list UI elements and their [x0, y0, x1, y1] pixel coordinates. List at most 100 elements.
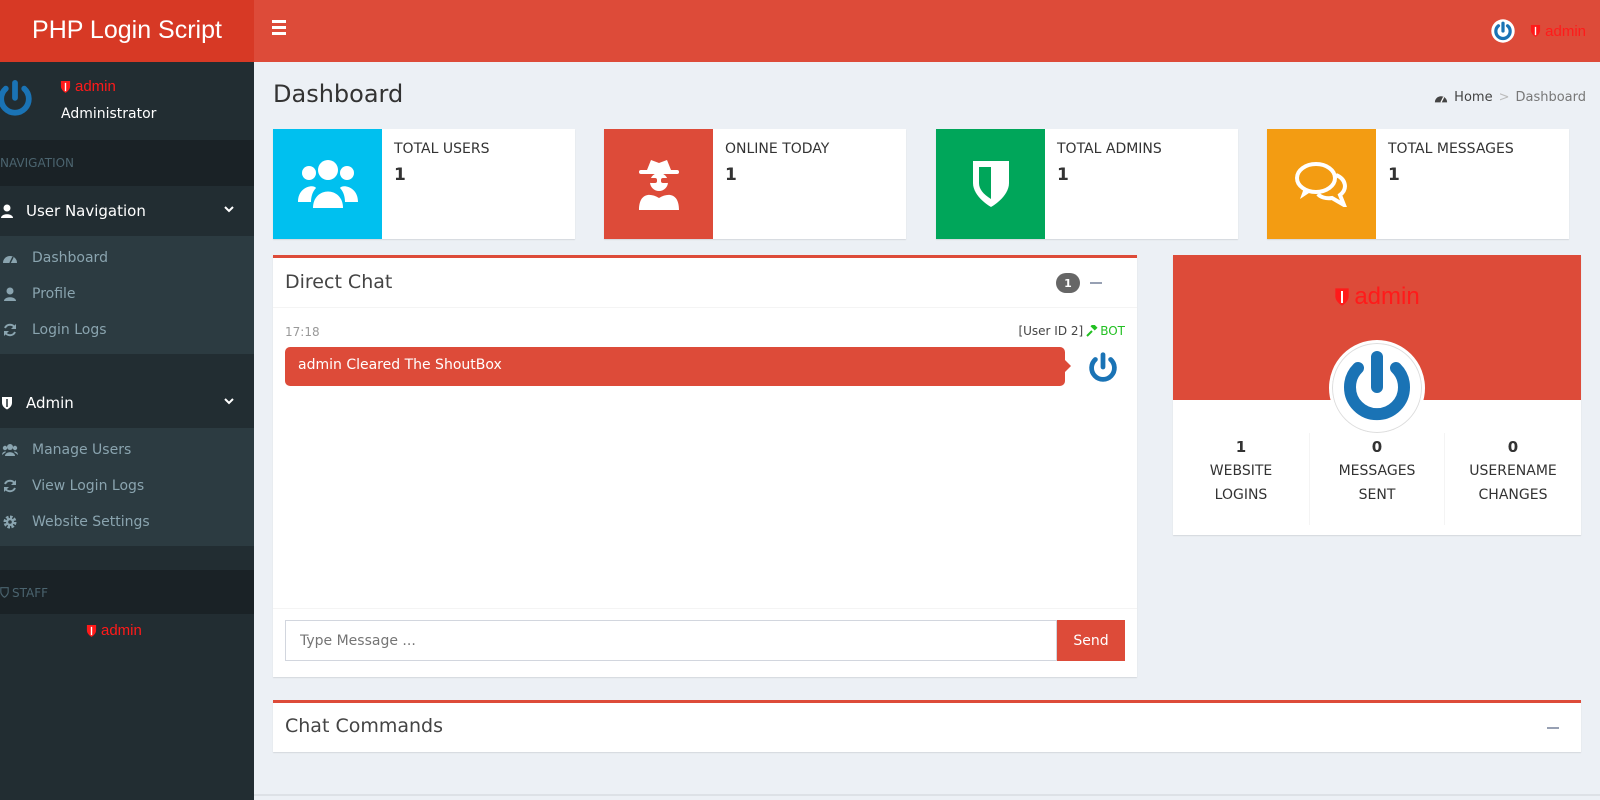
bot-tag: BOT: [1086, 324, 1125, 338]
shield-icon: [86, 624, 97, 637]
staff-member[interactable]: admin: [86, 622, 254, 639]
sidebar-item-view-login-logs[interactable]: View Login Logs: [0, 468, 254, 504]
breadcrumb-separator: >: [1498, 90, 1510, 105]
message-sender: [User ID 2] BOT: [1018, 324, 1125, 338]
info-box-label: TOTAL USERS: [394, 141, 490, 157]
stat-label-line2: LOGINS: [1214, 487, 1268, 503]
users-icon: [2, 444, 18, 456]
refresh-icon: [4, 479, 16, 493]
power-avatar-icon: [1344, 351, 1410, 421]
info-box-value: 1: [394, 165, 406, 185]
sidebar-user-panel: admin Administrator: [0, 62, 254, 140]
info-box-label: TOTAL MESSAGES: [1388, 141, 1514, 157]
sidebar-username-label: admin: [75, 78, 116, 95]
profile-avatar: [1329, 340, 1425, 436]
shield-icon: [1335, 288, 1349, 306]
message-input[interactable]: [285, 620, 1057, 661]
info-box-total-users: TOTAL USERS 1: [273, 129, 575, 239]
comments-icon: [1267, 129, 1376, 239]
users-icon: [273, 129, 382, 239]
chevron-down-icon: [224, 206, 234, 213]
direct-chat-box: Direct Chat 1 17:18 [User ID 2] BOT admi…: [273, 255, 1137, 677]
power-avatar-icon: [1491, 19, 1515, 43]
sidebar-item-label: Website Settings: [32, 514, 150, 530]
info-box-total-messages: TOTAL MESSAGES 1: [1267, 129, 1569, 239]
stat-value: 0: [1507, 438, 1519, 456]
main-content: Dashboard Home > Dashboard TOTAL USERS 1…: [254, 62, 1600, 800]
top-navbar: admin: [254, 0, 1600, 62]
sidebar-header-navigation: NAVIGATION: [0, 140, 254, 186]
breadcrumb: Home > Dashboard: [1434, 90, 1586, 105]
sidebar-username: admin: [60, 78, 116, 95]
shield-icon: [2, 397, 12, 410]
spy-icon: [604, 129, 713, 239]
sidebar-item-login-logs[interactable]: Login Logs: [0, 312, 254, 348]
stat-label-line2: SENT: [1358, 487, 1396, 503]
shield-icon: [0, 587, 9, 598]
app-logo[interactable]: PHP Login Script: [0, 0, 254, 62]
sidebar-item-label: Profile: [32, 286, 76, 302]
message-time: 17:18: [285, 325, 320, 339]
power-avatar-icon: [1089, 352, 1117, 382]
dashboard-icon: [3, 256, 17, 264]
sidebar-item-label: Manage Users: [32, 442, 132, 458]
sidebar-group-user-navigation[interactable]: User Navigation: [0, 186, 254, 236]
sidebar-item-profile[interactable]: Profile: [0, 276, 254, 312]
message-sender-id: [User ID 2]: [1018, 324, 1084, 338]
refresh-icon: [4, 323, 16, 337]
sidebar: admin Administrator NAVIGATION User Navi…: [0, 62, 254, 800]
shield-icon: [1531, 25, 1541, 37]
send-button[interactable]: Send: [1057, 620, 1125, 661]
user-menu-label: admin: [1545, 22, 1586, 40]
info-box-online-today: ONLINE TODAY 1: [604, 129, 906, 239]
stat-messages-sent: 0 MESSAGES SENT: [1309, 433, 1445, 525]
stat-label-line2: CHANGES: [1478, 487, 1548, 503]
breadcrumb-current: Dashboard: [1515, 90, 1586, 105]
sidebar-header-staff-label: STAFF: [12, 586, 49, 600]
gavel-icon: [1086, 325, 1098, 337]
stat-website-logins: 1 WEBSITE LOGINS: [1173, 435, 1309, 507]
sidebar-item-manage-users[interactable]: Manage Users: [0, 432, 254, 468]
gear-icon: [3, 515, 17, 529]
shield-icon: [60, 80, 71, 93]
info-box-label: TOTAL ADMINS: [1057, 141, 1162, 157]
message-bubble: admin Cleared The ShoutBox: [285, 347, 1071, 386]
stat-label-line1: MESSAGES: [1338, 463, 1416, 479]
staff-list: admin: [0, 614, 254, 639]
bot-tag-label: BOT: [1100, 324, 1125, 338]
stat-label-line1: WEBSITE: [1209, 463, 1273, 479]
info-box-total-admins: TOTAL ADMINS 1: [936, 129, 1238, 239]
breadcrumb-home[interactable]: Home: [1454, 90, 1492, 105]
chat-commands-title: Chat Commands: [285, 715, 443, 737]
stat-value: 0: [1371, 438, 1383, 456]
chat-commands-box: Chat Commands: [273, 700, 1581, 752]
stat-value: 1: [1235, 438, 1247, 456]
sidebar-item-label: Dashboard: [32, 250, 108, 266]
bars-icon[interactable]: [272, 20, 290, 42]
profile-widget: admin 1 WEBSITE LOGINS 0 MESSAGES SENT 0…: [1173, 255, 1581, 535]
user-menu-name: admin: [1530, 23, 1586, 40]
sidebar-submenu-admin: Manage Users View Login Logs Website Set…: [0, 428, 254, 546]
shield-icon: [936, 129, 1045, 239]
profile-username: admin: [1334, 283, 1420, 311]
user-icon: [4, 287, 16, 301]
stat-label-line1: USERENAME: [1469, 463, 1557, 479]
info-box-value: 1: [1388, 165, 1400, 185]
sidebar-submenu-user-navigation: Dashboard Profile Login Logs: [0, 236, 254, 354]
sidebar-group-label: Admin: [26, 394, 74, 412]
sidebar-item-website-settings[interactable]: Website Settings: [0, 504, 254, 540]
minus-icon[interactable]: [1547, 727, 1559, 729]
info-box-value: 1: [1057, 165, 1069, 185]
sidebar-header-staff: STAFF: [0, 570, 254, 614]
minus-icon[interactable]: [1090, 282, 1102, 284]
message-count-badge: 1: [1056, 273, 1080, 293]
info-box-value: 1: [725, 165, 737, 185]
sidebar-group-admin[interactable]: Admin: [0, 378, 254, 428]
chevron-down-icon: [224, 398, 234, 405]
power-avatar-icon: [0, 80, 32, 116]
sidebar-item-dashboard[interactable]: Dashboard: [0, 240, 254, 276]
page-title: Dashboard: [273, 80, 404, 108]
direct-chat-title: Direct Chat: [285, 271, 393, 293]
dashboard-icon: [1435, 95, 1448, 103]
user-menu[interactable]: admin: [1490, 18, 1586, 44]
